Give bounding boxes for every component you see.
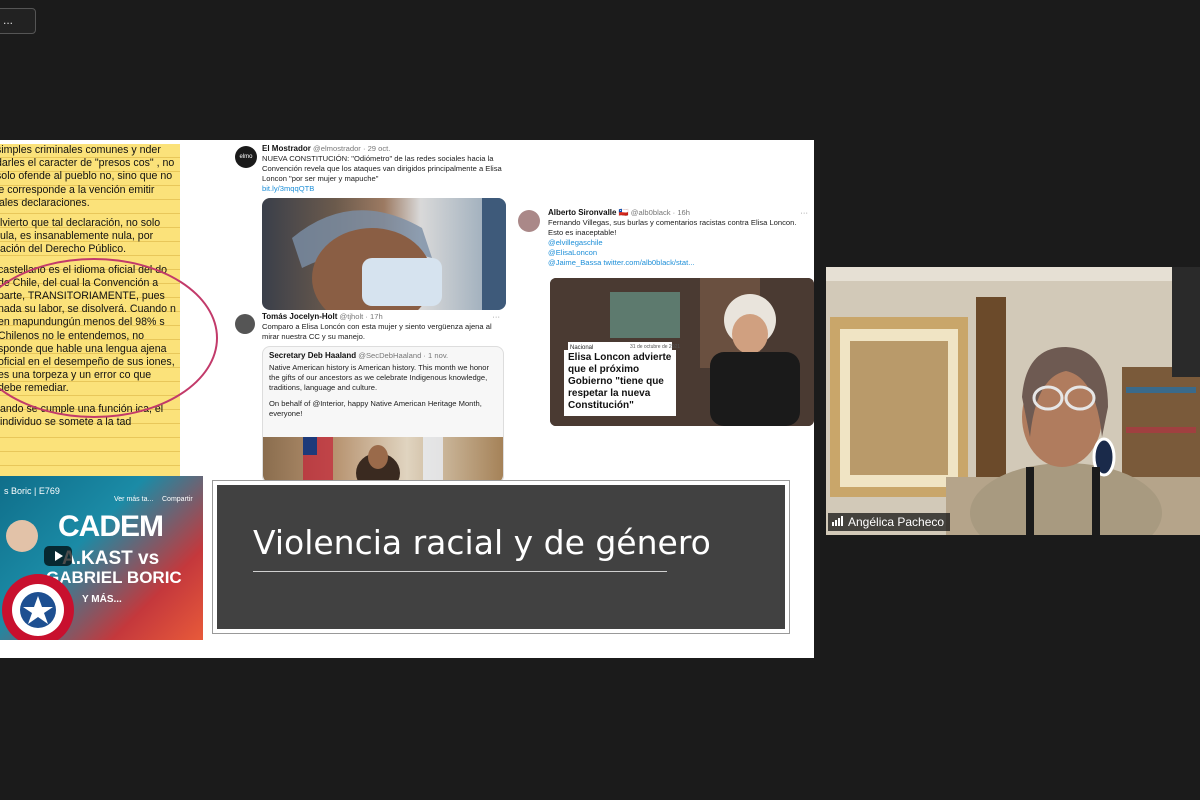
news-headline: Elisa Loncon advierte que el próximo Gob… bbox=[564, 350, 676, 416]
haaland-photo bbox=[263, 437, 503, 493]
woman-mask-photo bbox=[262, 198, 506, 310]
alberto-avatar bbox=[518, 210, 540, 232]
tweet-text: Fernando Villegas, sus burlas y comentar… bbox=[548, 218, 797, 237]
tweet-mention[interactable]: @Jaime_Bassa twitter.com/alb0black/stat.… bbox=[548, 258, 810, 268]
legal-paragraph: simples criminales comunes y nder darles… bbox=[0, 144, 175, 209]
red-circle-annotation bbox=[0, 258, 218, 418]
tweet-menu-icon[interactable]: ··· bbox=[800, 208, 808, 218]
quoted-text: Native American history is American hist… bbox=[269, 363, 490, 392]
play-icon[interactable] bbox=[44, 546, 72, 566]
tweet-tomas-jocelyn-holt: Tomás Jocelyn-Holt @tjholt · 17h ··· Com… bbox=[232, 310, 506, 493]
signal-bars-icon bbox=[832, 515, 844, 529]
participant-name: Angélica Pacheco bbox=[848, 515, 945, 529]
tweet-text: Comparo a Elisa Loncón con esta mujer y … bbox=[262, 322, 492, 341]
video-graphics bbox=[2, 520, 74, 640]
tweet-author: El Mostrador bbox=[262, 144, 311, 153]
el-mostrador-avatar: elmo bbox=[235, 146, 257, 168]
quoted-author: Secretary Deb Haaland bbox=[269, 351, 357, 360]
slide-title: Violencia racial y de género bbox=[253, 523, 711, 562]
tweet-alberto-sironvalle: Alberto Sironvalle 🇨🇱 @alb0black · 16h ·… bbox=[514, 204, 814, 426]
tweet-mention[interactable]: @elvillegaschile bbox=[548, 238, 810, 248]
participant-name-label: Angélica Pacheco bbox=[828, 513, 951, 531]
quoted-text-2: On behalf of @Interior, happy Native Ame… bbox=[269, 399, 482, 418]
tweet-handle: @tjholt · 17h bbox=[339, 312, 383, 321]
quoted-tweet: Secretary Deb Haaland @SecDebHaaland · 1… bbox=[262, 346, 504, 493]
tweet-mention[interactable]: @ElisaLoncon bbox=[548, 248, 810, 258]
participant-camera-feed bbox=[826, 267, 1200, 535]
quoted-handle: @SecDebHaaland · 1 nov. bbox=[358, 351, 449, 360]
tweet-handle: @alb0black · 16h bbox=[630, 208, 690, 217]
shared-screen-slide: simples criminales comunes y nder darles… bbox=[0, 140, 814, 658]
tweet-author: Tomás Jocelyn-Holt bbox=[262, 312, 338, 321]
legal-paragraph: lvierto que tal declaración, no solo ula… bbox=[0, 217, 161, 256]
tweet-handle: @elmostrador · 29 oct. bbox=[313, 144, 391, 153]
slide-title-box: Violencia racial y de género bbox=[212, 480, 790, 634]
tweet-text: NUEVA CONSTITUCIÓN: "Odiómetro" de las r… bbox=[262, 154, 502, 183]
youtube-video-thumbnail[interactable]: s Boric | E769 Ver más ta... Compartir C… bbox=[0, 476, 203, 640]
tweet-link: bit.ly/3mqqQTB bbox=[262, 184, 315, 193]
title-underline bbox=[253, 571, 667, 572]
news-card: Nacional 31 de octubre de 2021 Elisa Lon… bbox=[550, 278, 814, 426]
tomas-avatar bbox=[235, 314, 255, 334]
tweet-menu-icon[interactable]: ··· bbox=[492, 312, 500, 322]
masked-face-illustration bbox=[292, 198, 506, 310]
participant-video-tile[interactable] bbox=[826, 267, 1200, 535]
flags-and-person-illustration bbox=[303, 437, 443, 493]
tweet-author: Alberto Sironvalle 🇨🇱 bbox=[548, 208, 629, 217]
meeting-menu-button[interactable]: ... bbox=[0, 8, 36, 34]
